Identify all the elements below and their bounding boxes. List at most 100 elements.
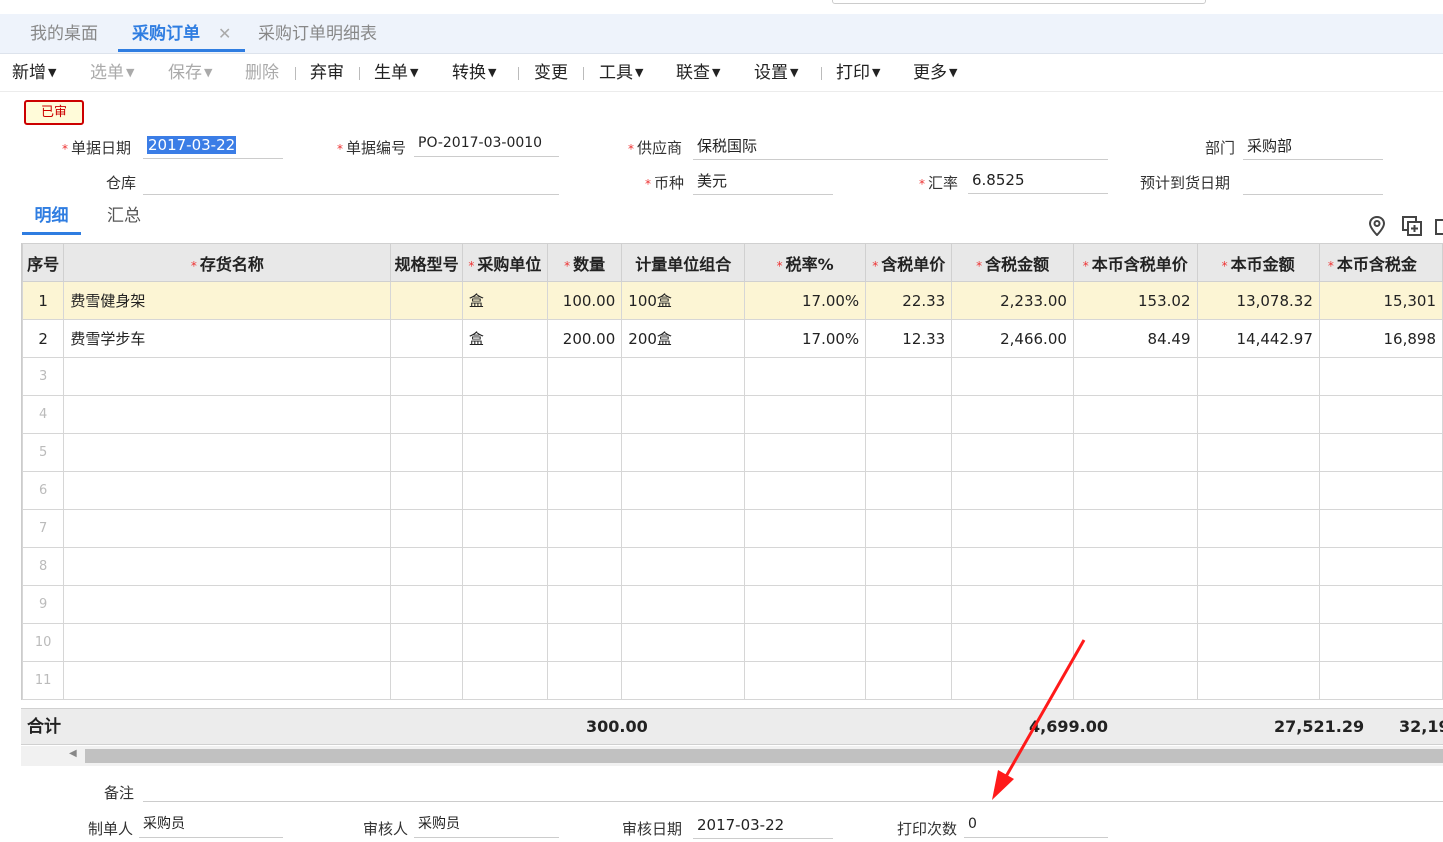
column-header-qty[interactable]: * 数量 bbox=[546, 243, 623, 282]
cell-local-amount-incl-tax[interactable] bbox=[1318, 623, 1443, 662]
cell-unit[interactable] bbox=[461, 661, 548, 700]
copy-row-icon[interactable] bbox=[1435, 216, 1443, 236]
column-header-unit[interactable]: * 采购单位 bbox=[461, 243, 548, 282]
cell-amount-incl-tax[interactable] bbox=[951, 661, 1074, 700]
cell-item-name[interactable] bbox=[63, 623, 392, 662]
cell-local-amount[interactable] bbox=[1196, 547, 1320, 586]
cell-spec[interactable] bbox=[390, 547, 463, 586]
table-row[interactable]: 9 bbox=[22, 585, 1443, 624]
table-row[interactable]: 5 bbox=[22, 433, 1443, 472]
arrival-date-field[interactable] bbox=[1243, 169, 1383, 195]
rate-field[interactable]: 6.8525 bbox=[968, 168, 1108, 194]
column-header-spec[interactable]: 规格型号 bbox=[390, 243, 463, 282]
cell-tax-rate[interactable] bbox=[744, 623, 867, 662]
cell-local-amount-incl-tax[interactable]: 15,301 bbox=[1318, 281, 1443, 320]
cell-unit[interactable]: 盒 bbox=[461, 319, 548, 358]
cell-price-incl-tax[interactable] bbox=[865, 661, 953, 700]
table-row[interactable]: 1 费雪健身架 盒 100.00 100盒 17.00% 22.33 2,233… bbox=[22, 281, 1443, 320]
cell-spec[interactable] bbox=[390, 661, 463, 700]
cell-local-amount[interactable] bbox=[1196, 395, 1320, 434]
cell-local-amount[interactable]: 13,078.32 bbox=[1196, 281, 1320, 320]
cell-price-incl-tax[interactable] bbox=[865, 433, 953, 472]
cell-unit[interactable] bbox=[461, 509, 548, 548]
table-row[interactable]: 4 bbox=[22, 395, 1443, 434]
cell-unit[interactable] bbox=[461, 357, 548, 396]
tab-detail[interactable]: 明细 bbox=[22, 203, 81, 235]
cell-unit[interactable] bbox=[461, 585, 548, 624]
cell-price-incl-tax[interactable] bbox=[865, 357, 953, 396]
warehouse-field[interactable] bbox=[143, 169, 559, 195]
cell-unit-group[interactable] bbox=[621, 661, 746, 700]
add-row-icon[interactable] bbox=[1402, 216, 1422, 236]
cell-amount-incl-tax[interactable] bbox=[951, 433, 1074, 472]
tab-order-detail-report[interactable]: 采购订单明细表 bbox=[258, 14, 377, 54]
cell-amount-incl-tax[interactable]: 2,466.00 bbox=[951, 319, 1074, 358]
cell-tax-rate[interactable] bbox=[744, 357, 867, 396]
cell-item-name[interactable] bbox=[63, 395, 392, 434]
date-field[interactable]: 2017-03-22 bbox=[143, 133, 283, 159]
cell-amount-incl-tax[interactable]: 2,233.00 bbox=[951, 281, 1074, 320]
cell-spec[interactable] bbox=[390, 319, 463, 358]
remark-field[interactable] bbox=[143, 776, 1443, 802]
cell-spec[interactable] bbox=[390, 585, 463, 624]
cell-local-price-incl-tax[interactable] bbox=[1072, 357, 1198, 396]
cell-spec[interactable] bbox=[390, 395, 463, 434]
search-box[interactable] bbox=[832, 0, 1206, 4]
cell-qty[interactable] bbox=[546, 433, 623, 472]
cell-local-amount-incl-tax[interactable] bbox=[1318, 661, 1443, 700]
column-header-item-name[interactable]: * 存货名称 bbox=[63, 243, 392, 282]
column-header-local-amount[interactable]: * 本币金额 bbox=[1196, 243, 1320, 282]
table-row[interactable]: 11 bbox=[22, 661, 1443, 700]
cell-unit-group[interactable] bbox=[621, 395, 746, 434]
cell-price-incl-tax[interactable] bbox=[865, 509, 953, 548]
cell-unit[interactable] bbox=[461, 433, 548, 472]
cell-local-price-incl-tax[interactable] bbox=[1072, 585, 1198, 624]
table-row[interactable]: 6 bbox=[22, 471, 1443, 510]
convert-button[interactable]: 转换 ▼ bbox=[452, 54, 496, 92]
settings-button[interactable]: 设置 ▼ bbox=[754, 54, 798, 92]
cell-unit[interactable] bbox=[461, 547, 548, 586]
cell-local-amount-incl-tax[interactable] bbox=[1318, 471, 1443, 510]
save-button[interactable]: 保存 ▼ bbox=[168, 54, 212, 92]
cell-qty[interactable] bbox=[546, 471, 623, 510]
cell-local-amount[interactable]: 14,442.97 bbox=[1196, 319, 1320, 358]
query-button[interactable]: 联查 ▼ bbox=[676, 54, 720, 92]
cell-item-name[interactable]: 费雪学步车 bbox=[63, 319, 392, 358]
select-button[interactable]: 选单 ▼ bbox=[90, 54, 134, 92]
cell-local-amount-incl-tax[interactable] bbox=[1318, 357, 1443, 396]
cell-tax-rate[interactable]: 17.00% bbox=[744, 319, 867, 358]
scrollbar-thumb[interactable] bbox=[85, 749, 1443, 763]
table-row[interactable]: 2 费雪学步车 盒 200.00 200盒 17.00% 12.33 2,466… bbox=[22, 319, 1443, 358]
cell-local-amount-incl-tax[interactable]: 16,898 bbox=[1318, 319, 1443, 358]
cell-local-amount[interactable] bbox=[1196, 661, 1320, 700]
new-button[interactable]: 新增 ▼ bbox=[12, 54, 56, 92]
cell-price-incl-tax[interactable]: 12.33 bbox=[865, 319, 953, 358]
dept-field[interactable]: 采购部 bbox=[1243, 134, 1383, 160]
cell-local-price-incl-tax[interactable] bbox=[1072, 661, 1198, 700]
cell-unit-group[interactable] bbox=[621, 357, 746, 396]
cell-price-incl-tax[interactable] bbox=[865, 585, 953, 624]
cell-amount-incl-tax[interactable] bbox=[951, 357, 1074, 396]
column-header-tax-rate[interactable]: * 税率% bbox=[744, 243, 867, 282]
change-button[interactable]: 变更 bbox=[534, 54, 568, 92]
cell-local-price-incl-tax[interactable]: 153.02 bbox=[1072, 281, 1198, 320]
cell-qty[interactable] bbox=[546, 547, 623, 586]
cell-item-name[interactable] bbox=[63, 433, 392, 472]
cell-unit-group[interactable] bbox=[621, 547, 746, 586]
cell-tax-rate[interactable] bbox=[744, 661, 867, 700]
close-icon[interactable]: ✕ bbox=[218, 24, 231, 43]
cell-local-amount[interactable] bbox=[1196, 585, 1320, 624]
cell-tax-rate[interactable]: 17.00% bbox=[744, 281, 867, 320]
cell-qty[interactable] bbox=[546, 509, 623, 548]
column-header-unit-group[interactable]: 计量单位组合 bbox=[621, 243, 746, 282]
tools-button[interactable]: 工具 ▼ bbox=[599, 54, 643, 92]
tab-desktop[interactable]: 我的桌面 bbox=[30, 14, 98, 54]
cell-tax-rate[interactable] bbox=[744, 395, 867, 434]
cell-local-price-incl-tax[interactable] bbox=[1072, 395, 1198, 434]
cell-local-amount-incl-tax[interactable] bbox=[1318, 433, 1443, 472]
scroll-left-icon[interactable]: ◀ bbox=[69, 748, 77, 759]
cell-spec[interactable] bbox=[390, 623, 463, 662]
cell-local-amount[interactable] bbox=[1196, 471, 1320, 510]
cell-amount-incl-tax[interactable] bbox=[951, 395, 1074, 434]
cell-local-amount-incl-tax[interactable] bbox=[1318, 509, 1443, 548]
